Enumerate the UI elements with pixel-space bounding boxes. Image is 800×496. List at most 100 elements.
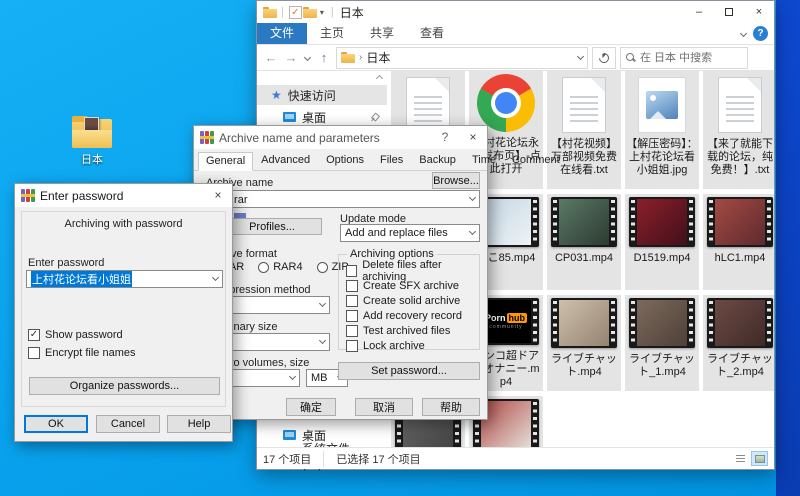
breadcrumb[interactable]: 日本 [366, 49, 390, 66]
file-name: 【来了就能下载的论坛，纯免费！】.txt [704, 138, 774, 177]
dropdown-icon[interactable] [469, 194, 476, 201]
archiving-option-checkbox[interactable]: Create solid archive [346, 293, 479, 308]
dropdown-icon[interactable] [319, 300, 326, 307]
file-name: 【解压密码】：上村花论坛看小姐姐.jpg [626, 138, 698, 177]
file-tile[interactable]: ライブチャット_1.mp4 [625, 295, 699, 391]
rar-tab[interactable]: Time [464, 151, 504, 170]
wallpaper-edge [776, 0, 800, 496]
address-box[interactable]: › 日本 [336, 47, 588, 69]
checkbox-icon [346, 325, 358, 337]
expand-ribbon-icon[interactable] [740, 30, 747, 37]
show-password-checkbox[interactable]: ✓ Show password [28, 327, 123, 342]
password-cancel-button[interactable]: Cancel [96, 415, 160, 433]
sidebar-item-quick-access[interactable]: ★ 快速访问 [257, 85, 387, 105]
search-box[interactable] [620, 47, 748, 69]
browse-button[interactable]: Browse... [432, 172, 480, 189]
ribbon-tab[interactable]: 主页 [307, 23, 357, 44]
desktop-folder-label: 日本 [58, 151, 126, 167]
winrar-icon [200, 131, 214, 144]
dropdown-icon[interactable] [289, 373, 296, 380]
file-tile[interactable]: 【解压密码】：上村花论坛看小姐姐.jpg [625, 71, 699, 189]
address-dropdown-icon[interactable] [577, 52, 584, 59]
details-view-button[interactable] [732, 451, 749, 466]
chrome-shortcut-icon [477, 74, 535, 132]
format-radio[interactable]: RAR4 [258, 261, 302, 273]
file-tile[interactable]: D1519.mp4 [625, 194, 699, 290]
file-name: ライブチャット.mp4 [548, 353, 620, 379]
rar-cancel-button[interactable]: 取消 [355, 398, 413, 416]
file-name: hLC1.mp4 [704, 252, 774, 265]
desktop-icon [283, 430, 296, 440]
recent-locations-icon[interactable] [304, 54, 311, 61]
sidebar-scroll-up[interactable] [374, 71, 384, 83]
maximize-button[interactable] [714, 1, 744, 23]
qat-new-folder-icon[interactable] [303, 7, 317, 18]
file-tile[interactable]: ライブチャット.mp4 [547, 295, 621, 391]
file-tile[interactable]: 【来了就能下载的论坛，纯免费！】.txt [703, 71, 774, 189]
window-title: 日本 [340, 4, 364, 21]
dropdown-icon[interactable] [319, 337, 326, 344]
thumbnails-view-button[interactable] [751, 451, 768, 466]
ribbon-tab[interactable]: 共享 [357, 23, 407, 44]
search-input[interactable] [640, 52, 740, 64]
help-icon[interactable]: ? [753, 26, 768, 41]
archiving-option-checkbox[interactable]: Add recovery record [346, 308, 479, 323]
back-icon[interactable]: ← [263, 50, 279, 65]
archiving-option-checkbox[interactable]: Test archived files [346, 323, 479, 338]
video-thumb-placeholder [715, 199, 765, 245]
rar-tab[interactable]: Files [372, 151, 411, 170]
password-close-button[interactable]: × [204, 184, 232, 206]
rar-tab[interactable]: Backup [411, 151, 464, 170]
forward-icon[interactable]: → [283, 50, 299, 65]
video-thumb-placeholder [481, 199, 531, 245]
explorer-titlebar: | ✓ ▾ | 日本 – × [257, 1, 774, 23]
refresh-icon [597, 50, 611, 64]
winrar-archive-dialog: Archive name and parameters ? × GeneralA… [193, 125, 488, 420]
qat-customize-icon[interactable]: ▾ [320, 8, 324, 17]
rar-help-button[interactable]: 帮助 [422, 398, 480, 416]
maximize-icon [725, 8, 733, 16]
dropdown-icon[interactable] [469, 228, 476, 235]
enter-password-label: Enter password [28, 257, 104, 269]
profiles-button[interactable]: Profiles... [222, 218, 322, 235]
file-tile[interactable]: hLC1.mp4 [703, 194, 774, 290]
update-mode-combobox[interactable]: Add and replace files [340, 224, 480, 242]
desktop-folder-shortcut[interactable]: 日本 [58, 116, 126, 167]
ribbon-tab[interactable]: 查看 [407, 23, 457, 44]
archive-name-combobox[interactable]: 日本.rar [204, 190, 480, 208]
encrypt-file-names-checkbox[interactable]: Encrypt file names [28, 345, 135, 360]
password-ok-button[interactable]: OK [24, 415, 88, 433]
rar-close-button[interactable]: × [459, 126, 487, 148]
rar-tab[interactable]: Options [318, 151, 372, 170]
video-filmstrip-thumbnail [629, 298, 695, 348]
dialog-help-button[interactable]: ? [431, 126, 459, 148]
password-help-button[interactable]: Help [167, 415, 231, 433]
file-tile[interactable]: 【村花视频】万部视频免费在线看.txt [547, 71, 621, 189]
details-view-icon [736, 455, 745, 463]
sidebar-item[interactable]: 桌面 [257, 107, 387, 127]
folder-icon [263, 7, 277, 18]
set-password-button[interactable]: Set password... [338, 362, 480, 380]
video-filmstrip-thumbnail [707, 197, 773, 247]
checkbox-icon [346, 265, 357, 277]
minimize-button[interactable]: – [684, 1, 714, 23]
organize-passwords-button[interactable]: Organize passwords... [29, 377, 220, 395]
checkbox-icon [346, 295, 358, 307]
file-tile[interactable]: CP031.mp4 [547, 194, 621, 290]
archiving-option-checkbox[interactable]: Lock archive [346, 338, 479, 353]
video-filmstrip-thumbnail [551, 197, 617, 247]
ribbon-tab[interactable]: 文件 [257, 23, 307, 44]
rar-dialog-title: Archive name and parameters [219, 131, 380, 145]
rar-tab[interactable]: Advanced [253, 151, 318, 170]
rar-tab[interactable]: General [198, 152, 253, 171]
qat-properties-icon[interactable]: ✓ [289, 6, 302, 19]
up-icon[interactable]: ↑ [316, 50, 332, 65]
archiving-option-checkbox[interactable]: Delete files after archiving [346, 263, 479, 278]
refresh-button[interactable] [592, 47, 616, 69]
dropdown-icon[interactable] [212, 274, 219, 281]
close-button[interactable]: × [744, 1, 774, 23]
file-tile[interactable]: ライブチャット_2.mp4 [703, 295, 774, 391]
password-input[interactable]: 上村花论坛看小姐姐 [26, 270, 223, 288]
rar-tab[interactable]: Comment [504, 151, 568, 170]
rar-ok-button[interactable]: 确定 [286, 398, 336, 416]
